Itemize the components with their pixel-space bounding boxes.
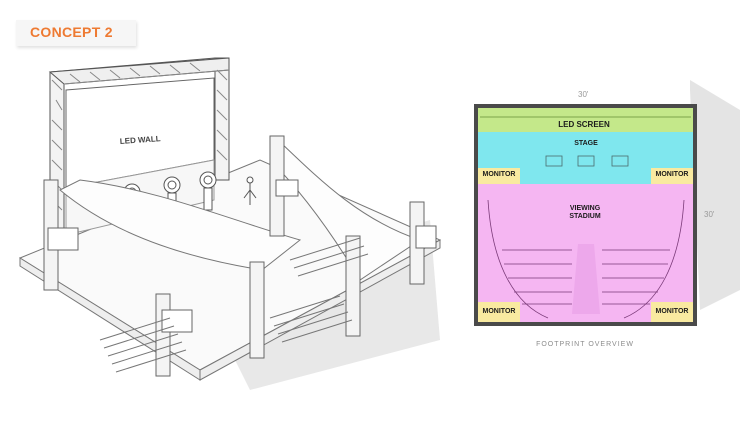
booth-sketch: LED WALL <box>18 57 442 390</box>
label-stage: STAGE <box>574 140 598 147</box>
label-led-screen: LED SCREEN <box>558 120 610 129</box>
dimension-right: 30' <box>704 210 715 219</box>
label-monitor-tl: MONITOR <box>482 171 516 178</box>
label-monitor-tr: MONITOR <box>655 171 689 178</box>
label-viewing-line2: STADIUM <box>569 213 601 220</box>
concept-title: CONCEPT 2 <box>30 24 113 40</box>
label-monitor-bl: MONITOR <box>482 308 516 315</box>
label-monitor-br: MONITOR <box>655 308 689 315</box>
label-viewing-line1: VIEWING <box>569 205 601 212</box>
footprint-caption: FOOTPRINT OVERVIEW <box>536 341 634 348</box>
dimension-top: 30' <box>578 90 589 99</box>
